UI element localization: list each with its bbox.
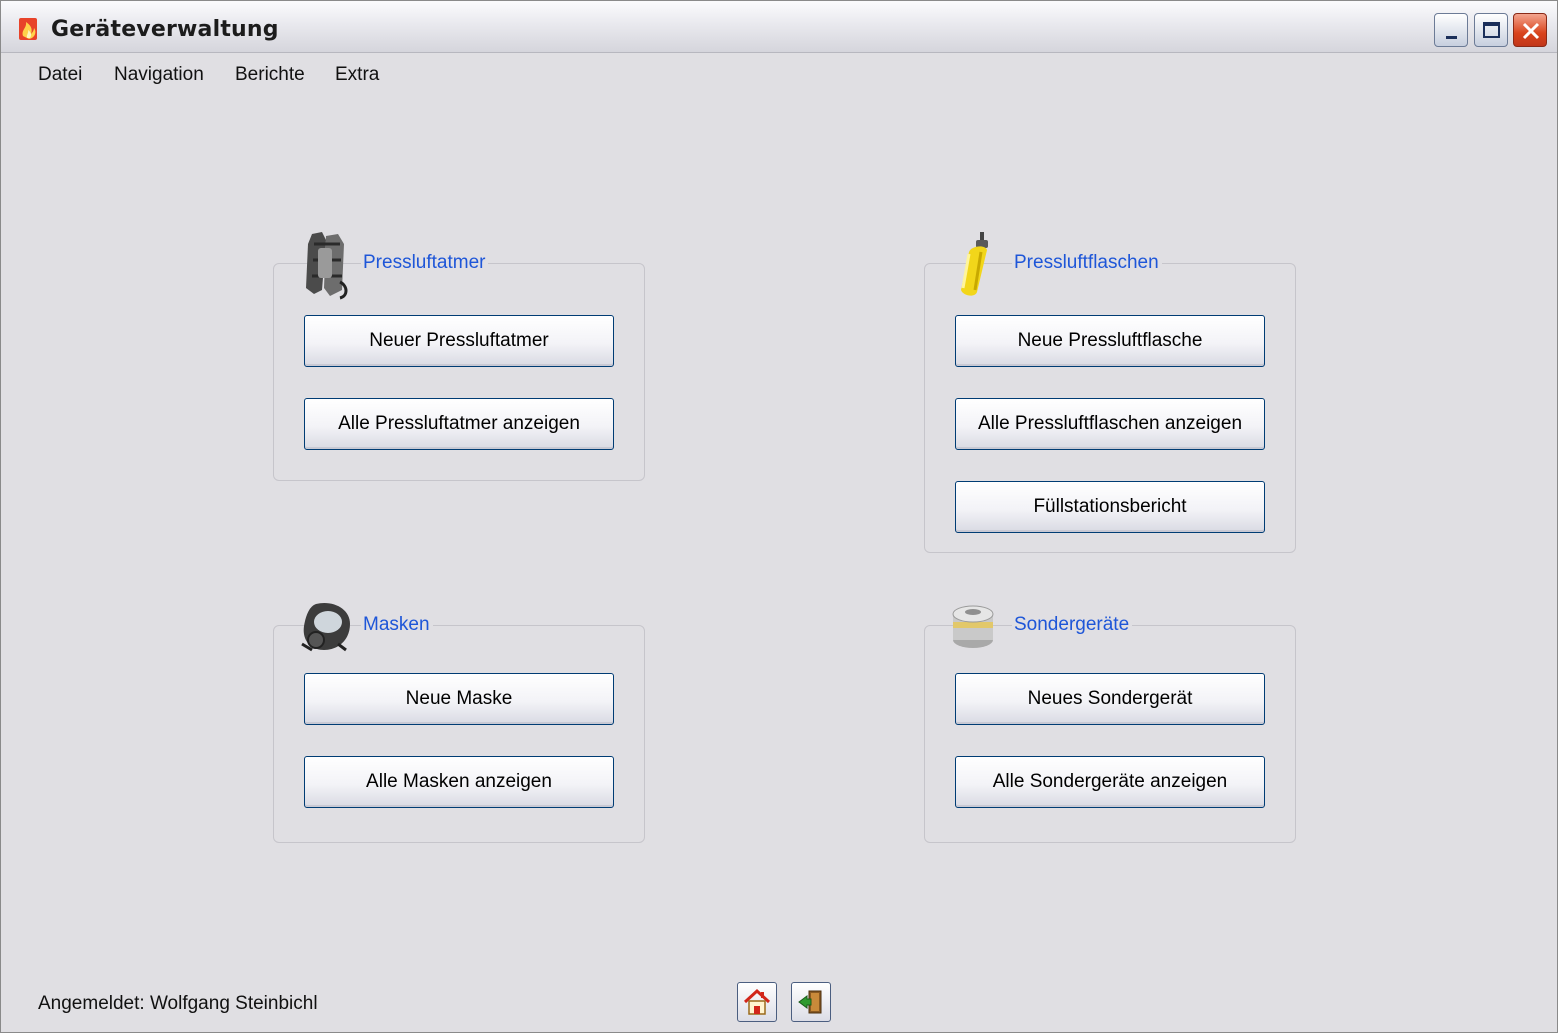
window-title: Geräteverwaltung: [51, 17, 279, 42]
group-pressluftatmer: Pressluftatmer Neuer Pressluftatmer Alle…: [273, 232, 645, 481]
group-title-pressluftatmer: Pressluftatmer: [361, 252, 489, 274]
menu-berichte[interactable]: Berichte: [235, 59, 305, 91]
breathing-apparatus-icon: [306, 232, 348, 300]
new-pressluftatmer-button[interactable]: Neuer Pressluftatmer: [304, 315, 614, 367]
new-pressluftflasche-button[interactable]: Neue Pressluftflasche: [955, 315, 1265, 367]
group-pressluftflaschen: Pressluftflaschen Neue Pressluftflasche …: [924, 232, 1296, 553]
fuellstationsbericht-button[interactable]: Füllstationsbericht: [955, 481, 1265, 533]
show-all-sondergeraete-button[interactable]: Alle Sondergeräte anzeigen: [955, 756, 1265, 808]
air-cylinder-icon: [961, 232, 988, 296]
menu-datei[interactable]: Datei: [38, 59, 82, 91]
home-button[interactable]: [737, 982, 777, 1022]
maximize-button[interactable]: [1474, 13, 1508, 47]
group-masken: Masken Neue Maske Alle Masken anzeigen: [273, 602, 645, 843]
title-bar[interactable]: Geräteverwaltung: [1, 1, 1557, 53]
show-all-pressluftatmer-button[interactable]: Alle Pressluftatmer anzeigen: [304, 398, 614, 450]
close-button[interactable]: [1513, 13, 1547, 47]
group-title-masken: Masken: [361, 614, 433, 636]
group-title-pressluftflaschen: Pressluftflaschen: [1012, 252, 1162, 274]
group-title-sondergeraete: Sondergeräte: [1012, 614, 1133, 636]
menu-navigation[interactable]: Navigation: [114, 59, 204, 91]
show-all-masken-button[interactable]: Alle Masken anzeigen: [304, 756, 614, 808]
group-sondergeraete: Sondergeräte Neues Sondergerät Alle Sond…: [924, 605, 1296, 843]
minimize-icon: [1446, 36, 1457, 39]
new-sondergeraet-button[interactable]: Neues Sondergerät: [955, 673, 1265, 725]
exit-button[interactable]: [791, 982, 831, 1022]
main-window: Geräteverwaltung Datei Navigation Berich…: [0, 0, 1558, 1033]
home-icon: [743, 988, 771, 1015]
exit-door-icon: [798, 990, 822, 1014]
filter-canister-icon: [952, 605, 994, 648]
app-flame-icon: [19, 18, 37, 40]
gas-mask-icon: [301, 602, 350, 652]
minimize-button[interactable]: [1434, 13, 1468, 47]
menu-extra[interactable]: Extra: [335, 59, 379, 91]
close-icon: [1522, 22, 1540, 40]
maximize-icon: [1483, 22, 1500, 38]
show-all-pressluftflaschen-button[interactable]: Alle Pressluftflaschen anzeigen: [955, 398, 1265, 450]
logged-in-status: Angemeldet: Wolfgang Steinbichl: [38, 993, 318, 1014]
new-maske-button[interactable]: Neue Maske: [304, 673, 614, 725]
